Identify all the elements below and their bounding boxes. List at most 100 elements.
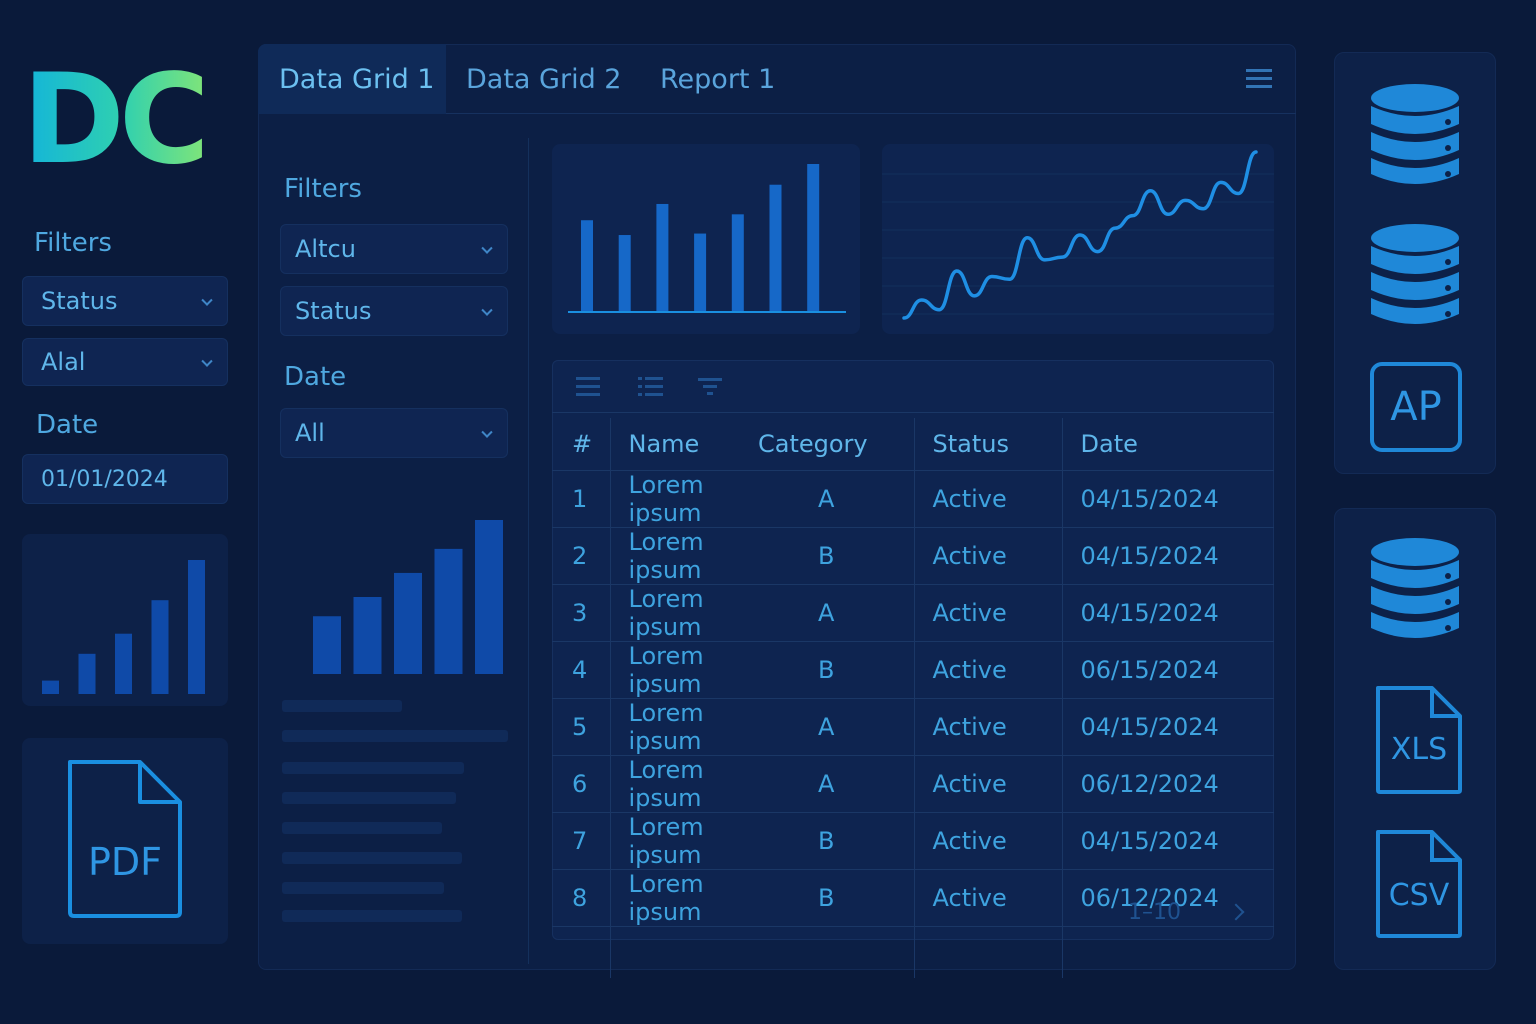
xls-export-icon[interactable]: XLS [1374, 684, 1464, 796]
cell-name: Lorem ipsum [610, 869, 740, 927]
mini-bar [434, 548, 463, 674]
tab-report-1[interactable]: Report 1 [660, 44, 775, 114]
cell-date: 04/15/2024 [1062, 698, 1274, 756]
placeholder-line [282, 882, 444, 894]
table-row[interactable]: 3 Lorem ipsum A Active 04/15/2024 [552, 584, 1274, 642]
placeholder-line [282, 792, 456, 804]
table-row[interactable]: 5 Lorem ipsum A Active 04/15/2024 [552, 698, 1274, 756]
cell-category: B [740, 812, 915, 870]
bar [694, 233, 707, 312]
placeholder-line [282, 730, 508, 742]
cell-category: B [740, 527, 915, 585]
altcu-select-value: Altcu [295, 235, 356, 263]
chevron-down-icon [481, 304, 493, 316]
cell-name: Lorem ipsum [610, 812, 740, 870]
cell-name: Lorem ipsum [610, 698, 740, 756]
line-chart [882, 150, 1274, 320]
cell-date: 06/12/2024 [1062, 755, 1274, 813]
left-mini-bar-chart [42, 560, 205, 694]
alal-select-value: Alal [41, 348, 86, 376]
status-select-value: Status [41, 287, 118, 315]
csv-export-icon[interactable]: CSV [1374, 828, 1464, 940]
app-logo: DC [22, 48, 210, 192]
cell-date: 04/15/2024 [1062, 527, 1274, 585]
table-footer-row [552, 926, 1274, 978]
cell-name: Lorem ipsum [610, 641, 740, 699]
placeholder-line [282, 822, 442, 834]
cell-category: B [740, 869, 915, 927]
chevron-down-icon [201, 355, 213, 367]
inner-date-select[interactable]: All [280, 408, 508, 458]
bar [656, 203, 669, 312]
cell-status: Active [914, 755, 1063, 813]
cell-date: 06/15/2024 [1062, 641, 1274, 699]
cell-category: A [740, 584, 915, 642]
toolbar-divider [552, 412, 1274, 413]
cell-category: A [740, 698, 915, 756]
column-divider [528, 138, 529, 964]
cell-status: Active [914, 641, 1063, 699]
pdf-export-card[interactable]: PDF [22, 738, 228, 944]
altcu-select[interactable]: Altcu [280, 224, 508, 274]
database-icon[interactable] [1370, 82, 1460, 192]
cell-date: 04/15/2024 [1062, 584, 1274, 642]
table-row[interactable]: 1 Lorem ipsum A Active 04/15/2024 [552, 470, 1274, 528]
cell-index: 6 [552, 755, 611, 813]
table-row[interactable]: 2 Lorem ipsum B Active 04/15/2024 [552, 527, 1274, 585]
chevron-down-icon [481, 242, 493, 254]
mini-bar [42, 680, 59, 694]
cell-index: 7 [552, 812, 611, 870]
cell-index: 3 [552, 584, 611, 642]
database-icon[interactable] [1370, 222, 1460, 332]
filter-icon[interactable] [698, 376, 724, 398]
left-mini-chart-panel [22, 534, 228, 706]
cell-index: 5 [552, 698, 611, 756]
inner-mini-bar-chart [313, 520, 503, 674]
placeholder-line [282, 910, 462, 922]
cell-date: 04/15/2024 [1062, 470, 1274, 528]
alal-select[interactable]: Alal [22, 338, 228, 386]
mini-bar [353, 597, 382, 674]
header-category[interactable]: Category [740, 418, 915, 471]
chevron-down-icon [201, 294, 213, 306]
date-input[interactable]: 01/01/2024 [22, 454, 228, 504]
api-icon[interactable]: AP [1370, 362, 1462, 452]
cell-date: 04/15/2024 [1062, 812, 1274, 870]
header-date[interactable]: Date [1062, 418, 1274, 471]
csv-label: CSV [1388, 878, 1450, 913]
header-name[interactable]: Name [610, 418, 740, 471]
list-icon[interactable] [638, 376, 666, 398]
placeholder-line [282, 852, 462, 864]
cell-status: Active [914, 812, 1063, 870]
bar [581, 220, 593, 312]
bar [769, 184, 782, 312]
inner-status-select[interactable]: Status [280, 286, 508, 336]
filters-label: Filters [34, 228, 112, 258]
bar [807, 164, 820, 312]
inner-date-select-value: All [295, 419, 325, 447]
cell-category: A [740, 470, 915, 528]
table-row[interactable]: 7 Lorem ipsum B Active 04/15/2024 [552, 812, 1274, 870]
database-icon[interactable] [1370, 536, 1460, 646]
cell-status: Active [914, 698, 1063, 756]
date-label: Date [36, 410, 99, 440]
cell-name: Lorem ipsum [610, 470, 740, 528]
cell-index: 1 [552, 470, 611, 528]
series-line [902, 150, 1258, 320]
inner-status-select-value: Status [295, 297, 372, 325]
mini-bar [313, 616, 341, 674]
menu-icon[interactable] [1246, 64, 1272, 93]
header-index[interactable]: # [552, 418, 611, 471]
header-status[interactable]: Status [914, 418, 1063, 471]
tab-data-grid-1[interactable]: Data Grid 1 [258, 44, 446, 114]
cell-index: 8 [552, 869, 611, 927]
table-row[interactable]: 6 Lorem ipsum A Active 06/12/2024 [552, 755, 1274, 813]
cell-status: Active [914, 584, 1063, 642]
placeholder-line [282, 700, 402, 712]
tab-data-grid-2[interactable]: Data Grid 2 [466, 44, 621, 114]
rows-icon[interactable] [576, 372, 600, 401]
cell-status: Active [914, 869, 1063, 927]
bar [731, 214, 744, 312]
table-row[interactable]: 4 Lorem ipsum B Active 06/15/2024 [552, 641, 1274, 699]
status-select[interactable]: Status [22, 276, 228, 326]
